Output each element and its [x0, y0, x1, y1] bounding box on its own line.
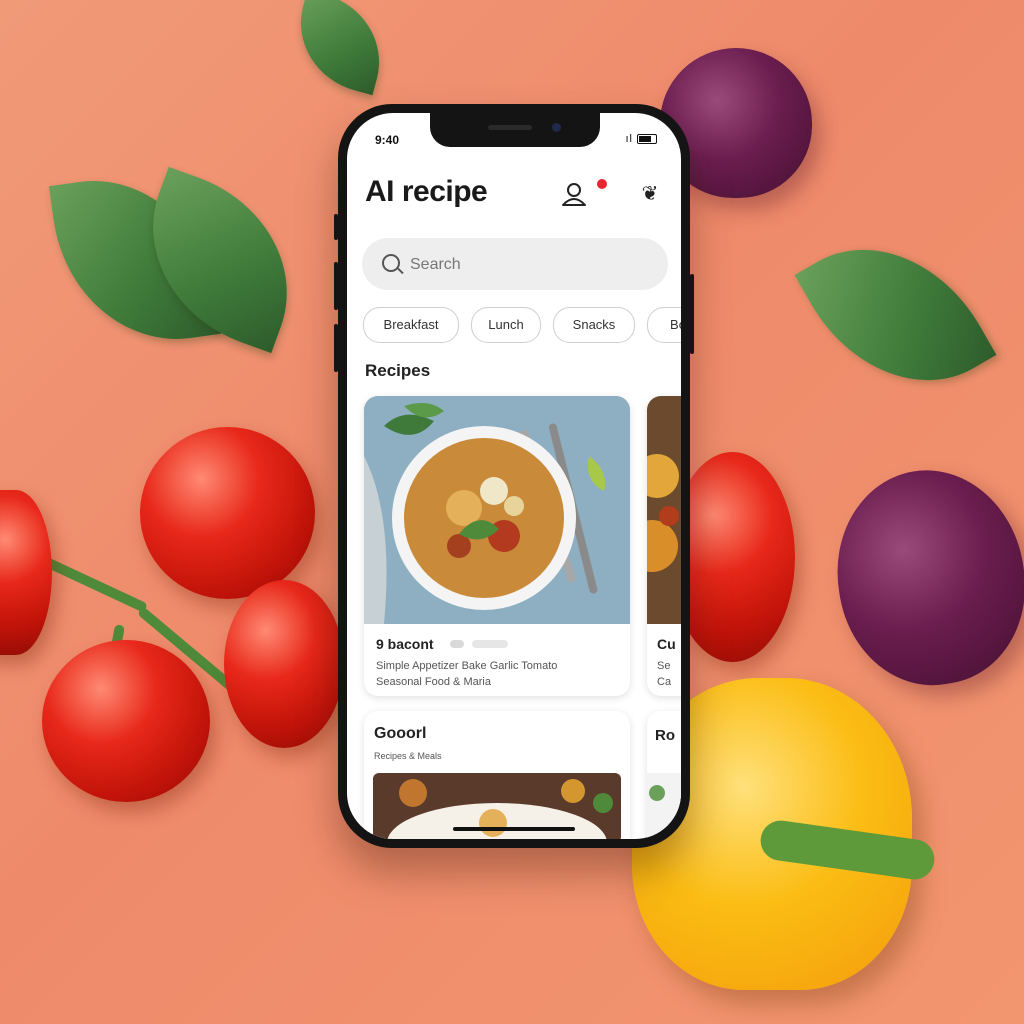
chip-breakfast[interactable]: Breakfast: [363, 307, 459, 343]
red-onion: [820, 455, 1024, 700]
search-input[interactable]: [408, 248, 652, 282]
settings-icon: ❦: [641, 183, 659, 205]
rating-placeholder: [472, 640, 508, 648]
phone-device: 9:40 ıl AI recipe ❦ Breakfast Lunch Snac…: [334, 104, 694, 848]
tomato: [0, 490, 52, 655]
recipe-tags: Ca: [657, 676, 672, 688]
recipe-card[interactable]: Ro: [647, 711, 681, 839]
recipe-image: [647, 773, 681, 839]
status-time: 9:40: [375, 133, 400, 147]
recipe-meta: Recipes & Meals: [374, 751, 442, 761]
phone-notch: [430, 113, 600, 147]
phone-side-button: [690, 274, 694, 354]
rating-placeholder: [450, 640, 464, 648]
app-title: AI recipe: [365, 175, 488, 208]
signal-icon: ıl: [625, 133, 633, 145]
recipe-card[interactable]: Cu Se Ca: [647, 396, 681, 696]
chip-more[interactable]: Bo: [647, 307, 681, 343]
recipe-image: [647, 396, 681, 624]
front-camera: [552, 123, 561, 132]
recipe-description: Se: [657, 660, 671, 672]
profile-icon: [562, 183, 586, 206]
chip-snacks[interactable]: Snacks: [553, 307, 635, 343]
status-icons: ıl: [625, 133, 657, 145]
recipe-image: [364, 396, 630, 624]
home-indicator[interactable]: [453, 827, 575, 831]
notification-dot: [597, 179, 607, 189]
settings-button[interactable]: ❦: [637, 181, 663, 207]
profile-button[interactable]: [559, 179, 589, 209]
recipe-description: Simple Appetizer Bake Garlic Tomato: [376, 660, 558, 672]
battery-icon: [637, 134, 657, 145]
recipe-tags: Seasonal Food & Maria: [376, 676, 491, 688]
basil-leaf: [794, 207, 997, 423]
section-title: Recipes: [365, 361, 431, 380]
recipe-card[interactable]: 9 bacont Simple Appetizer Bake Garlic To…: [364, 396, 630, 696]
phone-side-button: [334, 324, 338, 372]
speaker-grille: [488, 125, 532, 130]
phone-side-button: [334, 262, 338, 310]
basil-leaf: [285, 0, 395, 96]
search-icon: [382, 254, 400, 272]
tomato: [42, 640, 210, 802]
phone-side-button: [334, 214, 338, 240]
search-bar[interactable]: [362, 238, 668, 290]
recipe-title: Ro: [655, 727, 675, 744]
recipe-card[interactable]: Gooorl Recipes & Meals: [364, 711, 630, 839]
app-screen: 9:40 ıl AI recipe ❦ Breakfast Lunch Snac…: [347, 113, 681, 839]
recipe-title: 9 bacont: [376, 636, 434, 652]
chip-lunch[interactable]: Lunch: [471, 307, 541, 343]
tomato: [140, 427, 315, 599]
recipe-title: Cu: [657, 636, 676, 652]
recipe-title: Gooorl: [374, 725, 427, 742]
tomato: [224, 580, 344, 748]
